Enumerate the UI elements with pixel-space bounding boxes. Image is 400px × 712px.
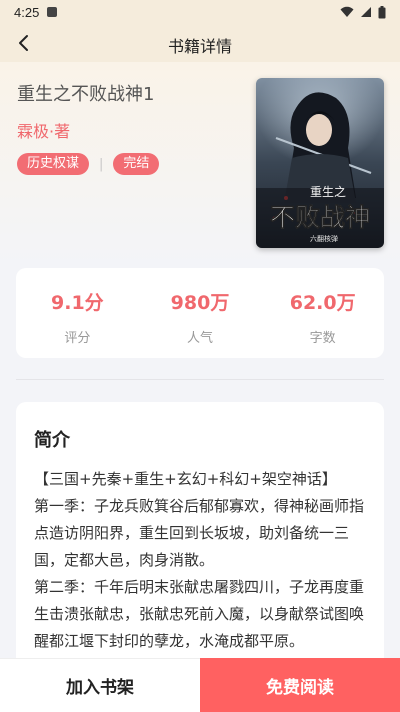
stats-card: 9.1分 评分 980万 人气 62.0万 字数 [16, 268, 384, 358]
book-tags: 历史权谋 | 完结 [17, 153, 160, 175]
status-icons [340, 5, 386, 19]
cover-title-small: 重生之 [310, 185, 346, 199]
intro-text: 【三国+先秦+重生+玄幻+科幻+架空神话】 第一季：子龙兵败箕谷后郁郁寡欢，得神… [34, 466, 366, 655]
intro-heading: 简介 [34, 430, 70, 451]
stat-wordcount: 62.0万 字数 [261, 268, 384, 358]
cover-author: 六翻核弹 [310, 234, 338, 243]
stat-rating: 9.1分 评分 [16, 268, 139, 358]
stat-wordcount-label: 字数 [309, 331, 336, 346]
read-free-button[interactable]: 免费阅读 [200, 658, 400, 712]
add-to-shelf-button[interactable]: 加入书架 [0, 658, 200, 712]
intro-card: 简介 【三国+先秦+重生+玄幻+科幻+架空神话】 第一季：子龙兵败箕谷后郁郁寡欢… [16, 402, 384, 692]
tag-category[interactable]: 历史权谋 [17, 153, 90, 175]
wifi-icon [340, 6, 354, 17]
signal-icon [361, 7, 371, 17]
book-title: 重生之不败战神1 [17, 84, 155, 105]
stat-wordcount-value: 62.0万 [289, 292, 356, 314]
intro-paragraph: 第二季：千年后明末张献忠屠戮四川，子龙再度重生击溃张献忠，张献忠死前入魔，以身献… [34, 578, 365, 650]
stat-popularity: 980万 人气 [139, 268, 262, 358]
cover-title-large: 不败战神 [270, 203, 370, 232]
stat-rating-label: 评分 [64, 331, 91, 346]
book-cover-art: 重生之 不败战神 六翻核弹 [256, 78, 384, 248]
status-time: 4:25 [14, 4, 40, 20]
stat-popularity-label: 人气 [187, 331, 214, 346]
stat-popularity-value: 980万 [170, 292, 230, 314]
tag-status[interactable]: 完结 [113, 153, 160, 175]
bottom-action-bar: 加入书架 免费阅读 [0, 658, 400, 712]
status-bar: 4:25 [0, 0, 400, 24]
tag-separator: | [99, 156, 104, 172]
stat-rating-value: 9.1分 [51, 292, 104, 314]
divider [16, 379, 384, 380]
intro-paragraph: 【三国+先秦+重生+玄幻+科幻+架空神话】 [34, 470, 337, 488]
book-cover[interactable]: 重生之 不败战神 六翻核弹 [256, 78, 384, 248]
notification-icon [47, 7, 58, 17]
battery-icon [378, 5, 386, 18]
book-author: 霖极·著 [17, 122, 71, 141]
nav-bar: 书籍详情 [0, 24, 400, 62]
intro-paragraph: 第一季：子龙兵败箕谷后郁郁寡欢，得神秘画师指点造访阴阳界，重生回到长坂坡，助刘备… [34, 497, 365, 569]
page-title: 书籍详情 [167, 37, 232, 56]
